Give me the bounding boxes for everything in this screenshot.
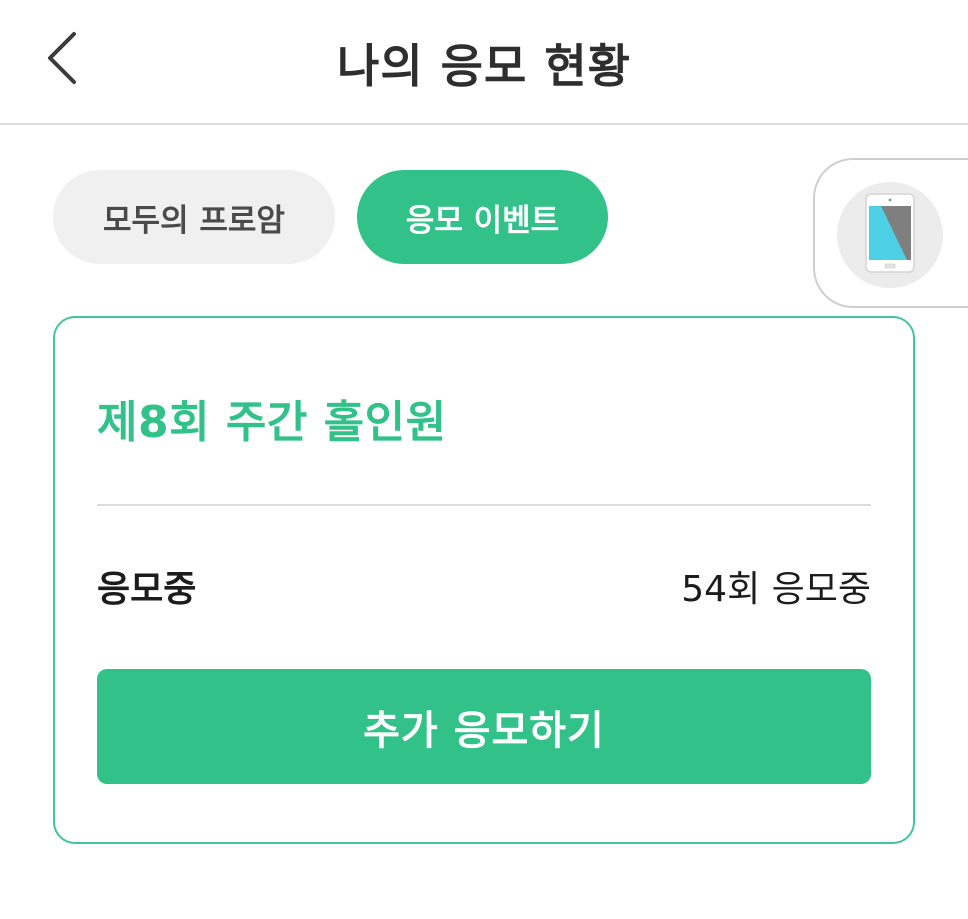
- event-title: 제8회 주간 홀인원: [97, 397, 447, 448]
- smartphone-icon: [865, 193, 915, 277]
- entry-status-label: 응모중: [97, 569, 197, 610]
- tab-everyone-proam[interactable]: 모두의 프로암: [53, 170, 335, 264]
- tab-entry-event[interactable]: 응모 이벤트: [357, 170, 608, 264]
- phone-icon-circle: [837, 182, 943, 288]
- page-title: 나의 응모 현황: [337, 39, 631, 93]
- additional-entry-button[interactable]: 추가 응모하기: [97, 669, 871, 784]
- entry-status-page: 나의 응모 현황 모두의 프로암 응모 이벤트 제8회 주간 홀인원 응모중 5…: [0, 0, 968, 919]
- divider: [97, 504, 871, 506]
- floating-phone-widget[interactable]: [813, 158, 968, 308]
- event-entry-card: 제8회 주간 홀인원 응모중 54회 응모중 추가 응모하기: [53, 316, 915, 844]
- entry-count-value: 54회 응모중: [681, 569, 871, 610]
- top-header: 나의 응모 현황: [0, 0, 968, 125]
